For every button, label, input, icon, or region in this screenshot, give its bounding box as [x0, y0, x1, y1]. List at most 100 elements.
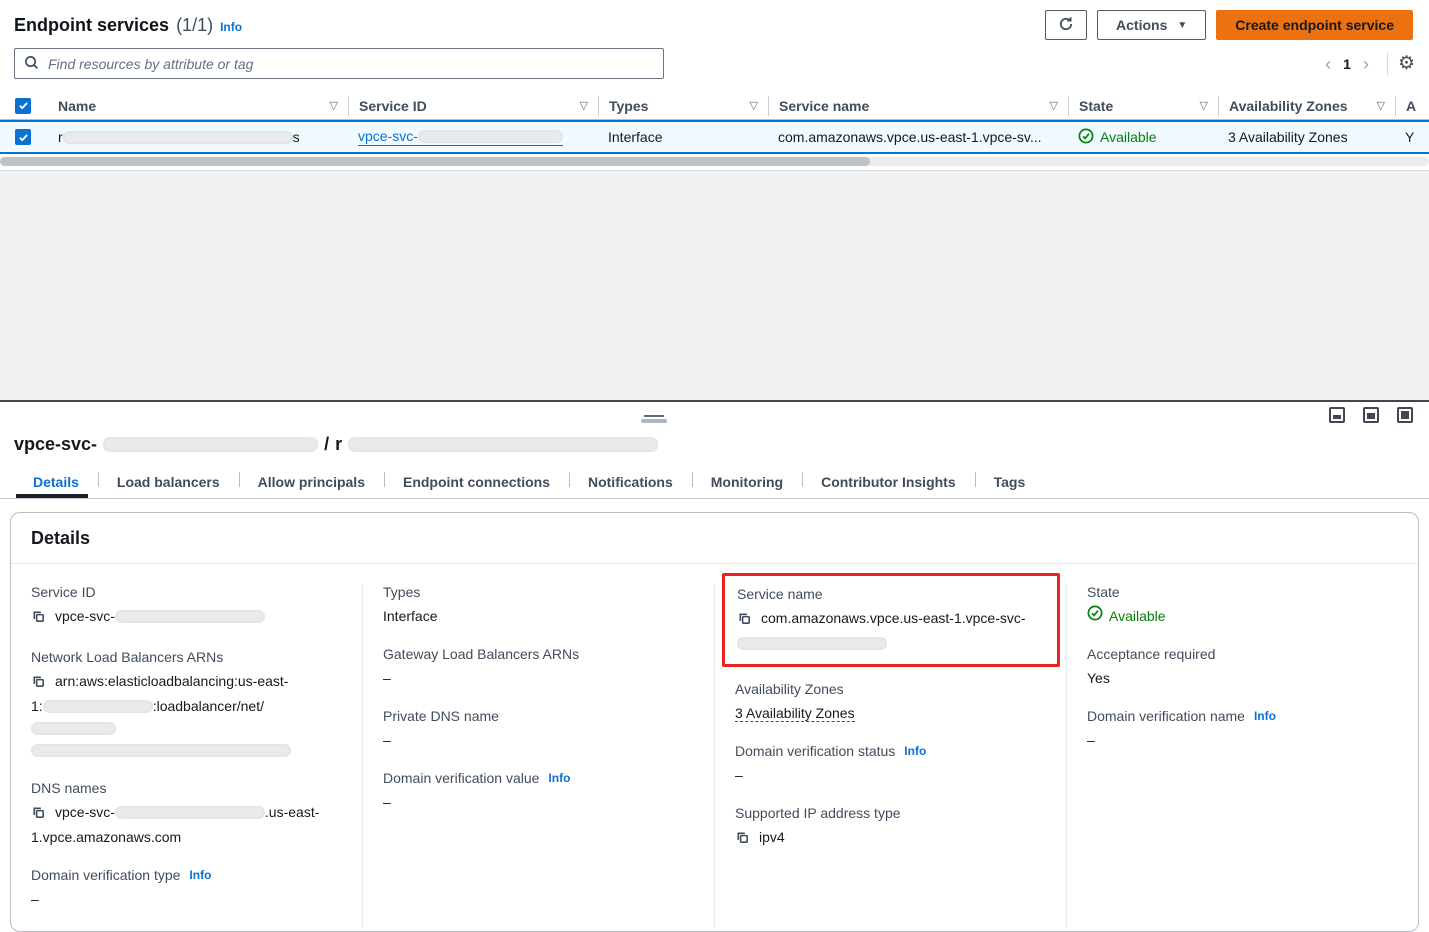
column-header-availability-zones[interactable]: Availability Zones▽ — [1218, 96, 1395, 116]
copy-icon[interactable] — [735, 829, 750, 851]
previous-page-icon[interactable]: ‹ — [1319, 55, 1337, 73]
filter-icon[interactable]: ▽ — [750, 99, 758, 112]
header-actions: Actions ▼ Create endpoint service — [1045, 10, 1413, 40]
filter-icon[interactable]: ▽ — [330, 99, 338, 112]
redacted-text — [348, 437, 658, 452]
redacted-text — [103, 437, 318, 452]
search-icon — [24, 55, 39, 73]
details-card-body: Service ID vpce-svc- Network Load Balanc… — [11, 564, 1418, 931]
info-link[interactable]: Info — [904, 744, 926, 758]
field-acceptance-required: Acceptance required Yes — [1087, 646, 1398, 689]
filter-icon[interactable]: ▽ — [580, 99, 588, 112]
next-page-icon[interactable]: › — [1357, 55, 1375, 73]
details-card-heading: Details — [11, 513, 1418, 564]
available-check-icon — [1078, 128, 1094, 147]
redacted-text — [115, 806, 265, 819]
field-nlb-arns: Network Load Balancers ARNs arn:aws:elas… — [31, 649, 342, 761]
row-checkbox[interactable] — [15, 129, 31, 145]
split-panel: vpce-svc- / r Details Load balancers All… — [0, 400, 1429, 932]
availability-zones-popover[interactable]: 3 Availability Zones — [735, 705, 855, 722]
tab-tags[interactable]: Tags — [975, 465, 1045, 498]
info-link[interactable]: Info — [548, 771, 570, 785]
field-supported-ip: Supported IP address type ipv4 — [735, 805, 1046, 851]
cell-service-id: vpce-svc- — [348, 128, 598, 146]
filter-icon[interactable]: ▽ — [1377, 99, 1385, 112]
toolbar: ‹ 1 › ⚙ — [0, 44, 1429, 79]
copy-icon[interactable] — [31, 673, 46, 695]
scrollbar-thumb[interactable] — [0, 157, 870, 166]
endpoint-services-table: Name▽ Service ID▽ Types▽ Service name▽ S… — [0, 92, 1429, 166]
row-select-cell — [0, 129, 48, 145]
search-box[interactable] — [14, 48, 664, 79]
cell-availability-zones: 3 Availability Zones — [1218, 129, 1395, 145]
field-types: Types Interface — [383, 584, 694, 627]
column-header-name[interactable]: Name▽ — [48, 96, 348, 116]
copy-icon[interactable] — [31, 804, 46, 826]
tab-contributor-insights[interactable]: Contributor Insights — [802, 465, 975, 498]
available-check-icon — [1087, 605, 1103, 627]
panel-position-half-icon[interactable] — [1363, 407, 1379, 423]
content-background — [0, 170, 1429, 400]
tab-endpoint-connections[interactable]: Endpoint connections — [384, 465, 569, 498]
service-name-highlight-box: Service name com.amazonaws.vpce.us-east-… — [722, 573, 1060, 667]
field-domain-verification-name: Domain verification nameInfo – — [1087, 708, 1398, 751]
tab-bar: Details Load balancers Allow principals … — [0, 465, 1429, 499]
column-header-service-id[interactable]: Service ID▽ — [348, 96, 598, 116]
split-panel-header-strip — [0, 402, 1429, 430]
refresh-button[interactable] — [1045, 10, 1087, 40]
field-private-dns-name: Private DNS name – — [383, 708, 694, 751]
current-page[interactable]: 1 — [1337, 56, 1357, 72]
tab-details[interactable]: Details — [14, 465, 98, 498]
field-state: State Available — [1087, 584, 1398, 627]
preferences-gear-icon[interactable]: ⚙ — [1398, 54, 1415, 73]
redacted-text — [43, 700, 153, 713]
panel-position-bottom-icon[interactable] — [1329, 407, 1345, 423]
search-input[interactable] — [46, 55, 654, 73]
create-endpoint-service-button[interactable]: Create endpoint service — [1216, 10, 1413, 40]
tab-load-balancers[interactable]: Load balancers — [98, 465, 239, 498]
copy-icon[interactable] — [31, 608, 46, 630]
cell-name: rs — [48, 129, 348, 145]
actions-button[interactable]: Actions ▼ — [1097, 10, 1206, 40]
field-availability-zones: Availability Zones 3 Availability Zones — [735, 681, 1046, 724]
service-id-link[interactable]: vpce-svc- — [358, 128, 563, 146]
info-link[interactable]: Info — [220, 20, 242, 34]
split-panel-title: vpce-svc- / r — [0, 430, 1429, 465]
endpoint-services-page: Endpoint services (1/1) Info Actions ▼ C… — [0, 0, 1429, 166]
details-column-1: Service ID vpce-svc- Network Load Balanc… — [11, 584, 362, 929]
info-link[interactable]: Info — [1254, 709, 1276, 723]
details-column-2: Types Interface Gateway Load Balancers A… — [362, 584, 714, 929]
column-header-types[interactable]: Types▽ — [598, 96, 768, 116]
info-link[interactable]: Info — [189, 868, 211, 882]
cell-types: Interface — [598, 129, 768, 145]
redacted-text — [31, 722, 116, 735]
filter-icon[interactable]: ▽ — [1050, 99, 1058, 112]
field-domain-verification-status: Domain verification statusInfo – — [735, 743, 1046, 786]
select-all-checkbox[interactable] — [15, 98, 31, 114]
panel-position-full-icon[interactable] — [1397, 407, 1413, 423]
field-dns-names: DNS names vpce-svc-.us-east- 1.vpce.amaz… — [31, 780, 342, 848]
details-card: Details Service ID vpce-svc- Network Loa… — [10, 512, 1419, 932]
cell-state: Available — [1068, 128, 1218, 147]
tab-allow-principals[interactable]: Allow principals — [239, 465, 384, 498]
column-header-state[interactable]: State▽ — [1068, 96, 1218, 116]
pager-divider — [1387, 53, 1388, 75]
table-row[interactable]: rs vpce-svc- Interface com.amazonaws.vpc… — [0, 120, 1429, 154]
redacted-text — [737, 637, 887, 650]
filter-icon[interactable]: ▽ — [1200, 99, 1208, 112]
redacted-text — [418, 130, 563, 143]
resize-handle[interactable] — [641, 415, 667, 423]
horizontal-scrollbar[interactable] — [0, 157, 1429, 166]
availability-zones-popover[interactable]: 3 Availability Zones — [1228, 129, 1348, 145]
tab-monitoring[interactable]: Monitoring — [692, 465, 802, 498]
page-title: Endpoint services — [14, 15, 169, 36]
create-label: Create endpoint service — [1235, 17, 1394, 33]
column-header-service-name[interactable]: Service name▽ — [768, 96, 1068, 116]
page-header: Endpoint services (1/1) Info Actions ▼ C… — [0, 0, 1429, 44]
field-gateway-lb-arns: Gateway Load Balancers ARNs – — [383, 646, 694, 689]
field-domain-verification-type: Domain verification typeInfo – — [31, 867, 342, 910]
column-header-acceptance[interactable]: A — [1395, 96, 1429, 116]
copy-icon[interactable] — [737, 610, 752, 632]
select-all-cell — [0, 98, 48, 114]
tab-notifications[interactable]: Notifications — [569, 465, 692, 498]
